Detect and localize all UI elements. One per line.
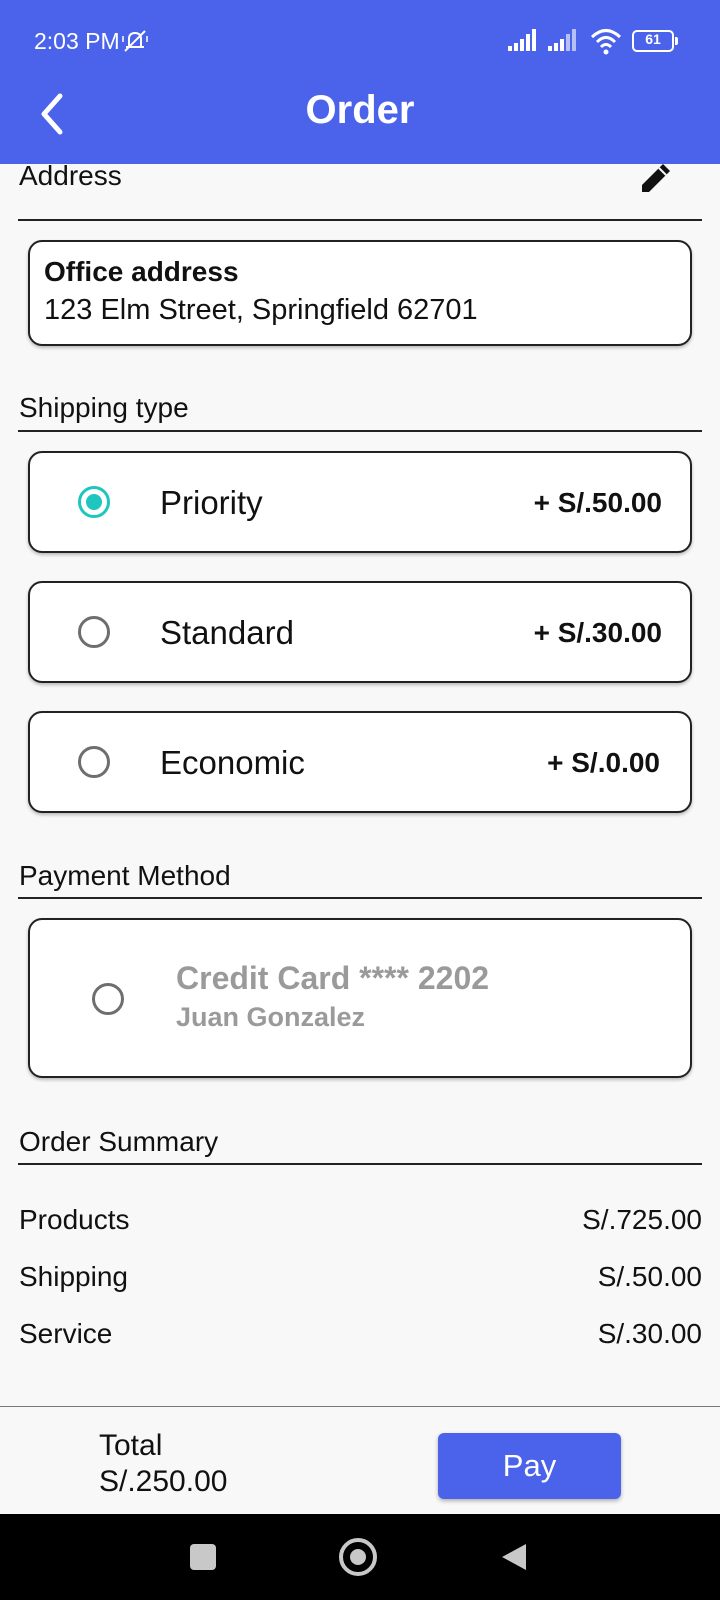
status-time: 2:03 PM [34, 28, 120, 54]
address-card[interactable]: Office address 123 Elm Street, Springfie… [28, 240, 692, 346]
shipping-option-price: + S/.30.00 [533, 617, 662, 648]
summary-divider [18, 1163, 702, 1165]
payment-card[interactable]: Credit Card **** 2202 Juan Gonzalez [28, 918, 692, 1078]
shipping-option-label: Economic [160, 744, 305, 781]
signal-strength-icon [548, 29, 576, 51]
summary-value-service: S/.30.00 [597, 1318, 702, 1349]
shipping-option-price: + S/.50.00 [533, 487, 662, 518]
wifi-icon [590, 29, 622, 55]
address-divider [18, 219, 702, 221]
address-card-title: Office address [44, 256, 239, 287]
checkout-bar: Total S/.250.00 Pay [0, 1406, 720, 1514]
system-navigation-bar [0, 1514, 720, 1600]
notifications-muted-icon [122, 30, 148, 52]
summary-section-title: Order Summary [19, 1126, 219, 1157]
shipping-option-priority[interactable]: Priority + S/.50.00 [28, 451, 692, 553]
pencil-icon[interactable] [636, 158, 676, 198]
radio-selected-icon[interactable] [78, 486, 110, 518]
shipping-option-economic[interactable]: Economic + S/.0.00 [28, 711, 692, 813]
address-card-line: 123 Elm Street, Springfield 62701 [44, 294, 478, 326]
summary-label-products: Products [19, 1204, 130, 1235]
app-bar: 2:03 PM 61 Order [0, 0, 720, 164]
battery-level: 61 [645, 31, 661, 47]
summary-label-service: Service [19, 1318, 113, 1349]
shipping-option-label: Standard [160, 614, 294, 651]
payment-divider [18, 897, 702, 899]
payment-section-title: Payment Method [19, 860, 231, 891]
summary-value-products: S/.725.00 [582, 1204, 702, 1235]
credit-card-holder: Juan Gonzalez [176, 1002, 366, 1032]
radio-unselected-icon[interactable] [92, 983, 124, 1015]
shipping-section-title: Shipping type [19, 392, 189, 423]
home-icon[interactable] [339, 1538, 377, 1576]
shipping-divider [18, 430, 702, 432]
shipping-option-price: + S/.0.00 [547, 747, 660, 778]
summary-label-shipping: Shipping [19, 1261, 128, 1292]
radio-unselected-icon[interactable] [78, 746, 110, 778]
status-bar: 2:03 PM 61 [0, 0, 720, 80]
battery-icon: 61 [632, 30, 678, 52]
pay-button[interactable]: Pay [438, 1433, 621, 1499]
address-section-title: Address [19, 160, 122, 191]
shipping-option-label: Priority [160, 484, 263, 521]
total-value: S/.250.00 [99, 1465, 228, 1498]
signal-strength-icon [508, 29, 536, 51]
recent-apps-icon[interactable] [190, 1544, 216, 1570]
credit-card-title: Credit Card **** 2202 [176, 960, 490, 996]
total-label: Total [99, 1429, 163, 1462]
page-title: Order [305, 88, 415, 132]
shipping-option-standard[interactable]: Standard + S/.30.00 [28, 581, 692, 683]
radio-unselected-icon[interactable] [78, 616, 110, 648]
summary-value-shipping: S/.50.00 [597, 1261, 702, 1292]
back-triangle-icon[interactable] [500, 1542, 528, 1572]
